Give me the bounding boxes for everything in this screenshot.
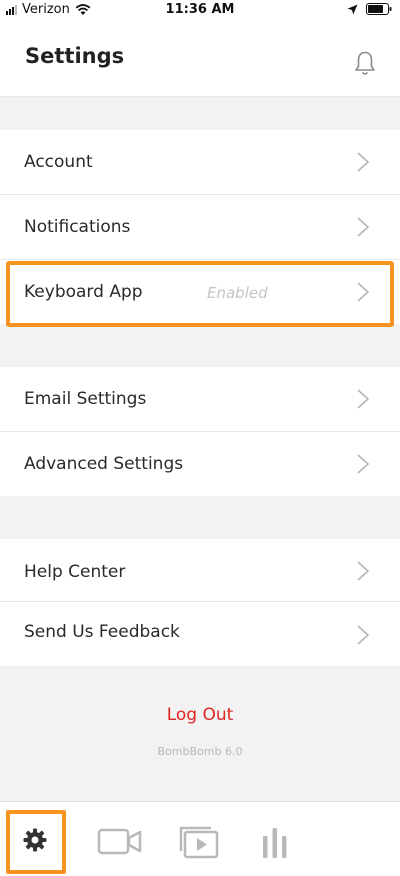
chevron-right-icon (357, 389, 370, 409)
row-label: Email Settings (24, 389, 147, 409)
settings-row-keyboard-app[interactable]: Keyboard App Enabled (0, 260, 400, 324)
row-label: Keyboard App (24, 282, 143, 302)
tab-video-library[interactable] (165, 802, 235, 876)
chevron-right-icon (357, 561, 370, 581)
page-title: Settings (25, 44, 125, 68)
gear-icon (23, 828, 47, 852)
settings-row-help-center[interactable]: Help Center (0, 539, 400, 602)
row-label: Send Us Feedback (24, 622, 180, 642)
row-label: Help Center (24, 562, 126, 582)
settings-row-email-settings[interactable]: Email Settings (0, 367, 400, 432)
chevron-right-icon (357, 152, 370, 172)
settings-group-account: Account Notifications Keyboard App Enabl… (0, 130, 400, 324)
tab-record-video[interactable] (85, 802, 155, 876)
chevron-right-icon (357, 282, 370, 302)
logout-button[interactable]: Log Out (0, 705, 400, 725)
settings-row-notifications[interactable]: Notifications (0, 195, 400, 260)
tab-settings[interactable] (0, 802, 68, 876)
row-label: Advanced Settings (24, 454, 184, 474)
tab-bar (0, 801, 400, 876)
location-arrow-icon (347, 4, 358, 14)
settings-group-help: Help Center Send Us Feedback (0, 539, 400, 666)
bell-icon[interactable] (350, 48, 380, 78)
battery-icon (366, 3, 392, 15)
bar-chart-icon (263, 828, 287, 858)
video-camera-icon (97, 828, 142, 855)
settings-group-email: Email Settings Advanced Settings (0, 367, 400, 496)
page-header: Settings (0, 20, 400, 96)
row-label: Notifications (24, 217, 131, 237)
chevron-right-icon (357, 625, 370, 645)
status-bar: Verizon 11:36 AM (0, 0, 400, 20)
settings-row-send-feedback[interactable]: Send Us Feedback (0, 602, 400, 666)
tab-analytics[interactable] (245, 802, 305, 876)
status-time: 11:36 AM (165, 2, 235, 17)
row-label: Account (24, 152, 93, 172)
keyboard-app-status: Enabled (207, 284, 268, 302)
settings-footer: Log Out BombBomb 6.0 (0, 667, 400, 801)
settings-row-advanced-settings[interactable]: Advanced Settings (0, 432, 400, 496)
app-version: BombBomb 6.0 (157, 745, 243, 758)
status-right (347, 3, 392, 15)
video-library-icon (179, 826, 219, 859)
chevron-right-icon (357, 217, 370, 237)
chevron-right-icon (357, 454, 370, 474)
settings-row-account[interactable]: Account (0, 130, 400, 195)
